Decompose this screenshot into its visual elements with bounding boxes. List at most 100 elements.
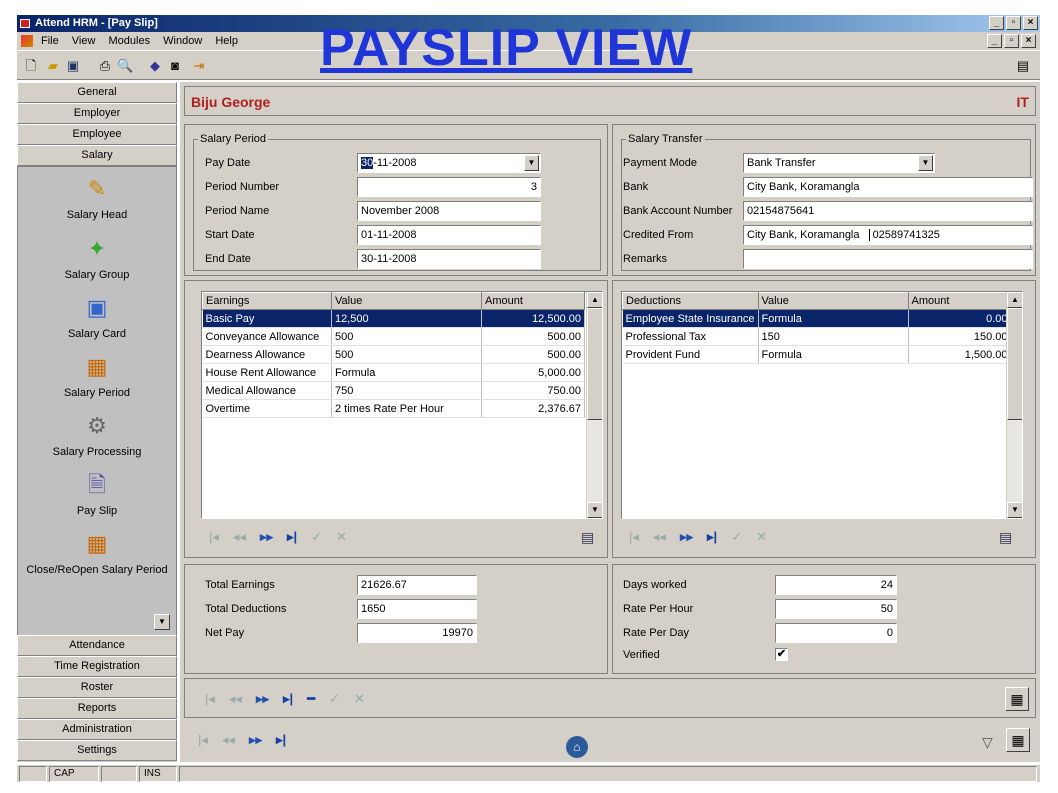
value-col-header[interactable]: Value [331, 292, 482, 310]
edit-icon[interactable]: ◆ [147, 58, 163, 74]
bank-dropdown[interactable]: City Bank, Koramangla [743, 177, 1033, 197]
last-record-icon[interactable]: ▸| [283, 691, 293, 707]
sidebar-scroll-down-button[interactable]: ▼ [154, 614, 170, 630]
nav-general[interactable]: General [17, 82, 177, 103]
home-icon[interactable]: ⌂ [566, 736, 588, 758]
next-record-icon[interactable]: ▸▸ [260, 529, 273, 545]
table-view-button[interactable]: ▦ [1006, 728, 1030, 752]
grid-view-button[interactable]: ▦ [1005, 687, 1029, 711]
scroll-thumb[interactable] [587, 308, 602, 420]
scroll-up-icon[interactable]: ▲ [587, 292, 602, 308]
scroll-down-icon[interactable]: ▼ [587, 502, 602, 518]
table-row[interactable]: Dearness Allowance 500 500.00 [202, 345, 585, 364]
payment-mode-dropdown[interactable]: Bank Transfer ▼ [743, 153, 935, 173]
mdi-minimize-button[interactable]: _ [987, 34, 1002, 48]
earnings-col-header[interactable]: Earnings [202, 292, 332, 310]
earnings-grid[interactable]: Earnings Value Amount Basic Pay 12,500 12,… [201, 291, 603, 519]
cancel-icon[interactable]: ✕ [336, 529, 347, 545]
period-name-field[interactable]: November 2008 [357, 201, 541, 221]
last-record-icon[interactable]: ▸| [287, 529, 297, 545]
cancel-icon[interactable]: ✕ [756, 529, 767, 545]
print-icon[interactable]: ⎙ [97, 58, 113, 74]
open-folder-icon[interactable]: ▰ [45, 58, 61, 74]
nav-settings[interactable]: Settings [17, 740, 177, 761]
table-row[interactable]: Professional Tax 150 150.00 [622, 327, 1012, 346]
table-row[interactable]: Medical Allowance 750 750.00 [202, 381, 585, 400]
print-preview-icon[interactable]: 🔍 [117, 58, 133, 74]
next-record-icon[interactable]: ▸▸ [680, 529, 693, 545]
next-record-icon[interactable]: ▸▸ [249, 732, 262, 748]
table-row[interactable]: Overtime 2 times Rate Per Hour 2,376.67 [202, 399, 585, 418]
table-row[interactable]: Basic Pay 12,500 12,500.00 [202, 309, 585, 328]
menu-help[interactable]: Help [215, 35, 238, 47]
remarks-field[interactable] [743, 249, 1033, 269]
nav-roster[interactable]: Roster [17, 677, 177, 698]
maximize-button[interactable]: ▫ [1006, 16, 1021, 30]
last-record-icon[interactable]: ▸| [276, 732, 286, 748]
value-col-header[interactable]: Value [757, 292, 909, 310]
first-record-icon[interactable]: |◂ [209, 529, 219, 545]
mdi-restore-button[interactable]: ▫ [1004, 34, 1019, 48]
scroll-down-icon[interactable]: ▼ [1007, 502, 1022, 518]
camera-icon[interactable]: ◙ [167, 58, 183, 74]
nav-administration[interactable]: Administration [17, 719, 177, 740]
total-deductions-field[interactable]: 1650 [357, 599, 477, 619]
scroll-up-icon[interactable]: ▲ [1007, 292, 1022, 308]
nav-time-registration[interactable]: Time Registration [17, 656, 177, 677]
table-row[interactable]: Provident Fund Formula 1,500.00 [622, 345, 1012, 364]
sidebar-item-salary-period[interactable]: ▦ Salary Period [18, 353, 176, 399]
first-record-icon[interactable]: |◂ [629, 529, 639, 545]
days-worked-field[interactable]: 24 [775, 575, 897, 595]
sidebar-item-salary-group[interactable]: ✦ Salary Group [18, 235, 176, 281]
cancel-icon[interactable]: ✕ [354, 691, 365, 707]
verified-checkbox[interactable]: ✔ [775, 648, 788, 661]
delete-record-icon[interactable]: ━ [307, 691, 315, 707]
rate-per-hour-field[interactable]: 50 [775, 599, 897, 619]
sidebar-item-close-reopen-period[interactable]: ▦ Close/ReOpen Salary Period [18, 530, 176, 576]
nav-attendance[interactable]: Attendance [17, 635, 177, 656]
menu-file[interactable]: File [41, 35, 59, 47]
prev-record-icon[interactable]: ◂◂ [653, 529, 666, 545]
grid-options-icon[interactable]: ▤ [999, 529, 1012, 546]
nav-employer[interactable]: Employer [17, 103, 177, 124]
new-icon[interactable]: 🗋 [23, 58, 39, 74]
deductions-grid[interactable]: Deductions Value Amount Employee State I… [621, 291, 1023, 519]
post-icon[interactable]: ✓ [731, 529, 742, 545]
table-row[interactable]: Employee State Insurance Formula 0.00 [622, 309, 1012, 328]
save-icon[interactable]: ▣ [65, 58, 81, 74]
menu-modules[interactable]: Modules [109, 35, 151, 47]
bank-account-field[interactable]: 02154875641 [743, 201, 1033, 221]
prev-record-icon[interactable]: ◂◂ [222, 732, 235, 748]
next-record-icon[interactable]: ▸▸ [256, 691, 269, 707]
sidebar-item-salary-card[interactable]: ▣ Salary Card [18, 294, 176, 340]
pay-date-dropdown[interactable]: 30-11-2008 ▼ [357, 153, 541, 173]
amount-col-header[interactable]: Amount [481, 292, 585, 310]
sidebar-item-pay-slip[interactable]: 🗎 Pay Slip [18, 471, 176, 517]
post-icon[interactable]: ✓ [329, 691, 340, 707]
prev-record-icon[interactable]: ◂◂ [233, 529, 246, 545]
first-record-icon[interactable]: |◂ [205, 691, 215, 707]
post-icon[interactable]: ✓ [311, 529, 322, 545]
window-list-icon[interactable]: ▤ [1015, 58, 1031, 74]
prev-record-icon[interactable]: ◂◂ [229, 691, 242, 707]
filter-icon[interactable]: ▽ [982, 734, 993, 751]
last-record-icon[interactable]: ▸| [707, 529, 717, 545]
end-date-field[interactable]: 30-11-2008 [357, 249, 541, 269]
start-date-field[interactable]: 01-11-2008 [357, 225, 541, 245]
earnings-scrollbar[interactable]: ▲ ▼ [586, 292, 602, 518]
close-button[interactable]: × [1023, 16, 1038, 30]
nav-employee[interactable]: Employee [17, 124, 177, 145]
table-row[interactable]: House Rent Allowance Formula 5,000.00 [202, 363, 585, 382]
total-earnings-field[interactable]: 21626.67 [357, 575, 477, 595]
menu-window[interactable]: Window [163, 35, 202, 47]
scroll-thumb[interactable] [1007, 308, 1022, 420]
nav-salary[interactable]: Salary [17, 145, 177, 166]
amount-col-header[interactable]: Amount [907, 292, 1012, 310]
sidebar-item-salary-processing[interactable]: ⚙ Salary Processing [18, 412, 176, 458]
chevron-down-icon[interactable]: ▼ [918, 155, 933, 171]
rate-per-day-field[interactable]: 0 [775, 623, 897, 643]
table-row[interactable]: Conveyance Allowance 500 500.00 [202, 327, 585, 346]
credited-from-dropdown[interactable]: City Bank, Koramangla 02589741325 [743, 225, 1033, 245]
grid-options-icon[interactable]: ▤ [581, 529, 594, 546]
deductions-scrollbar[interactable]: ▲ ▼ [1006, 292, 1022, 518]
